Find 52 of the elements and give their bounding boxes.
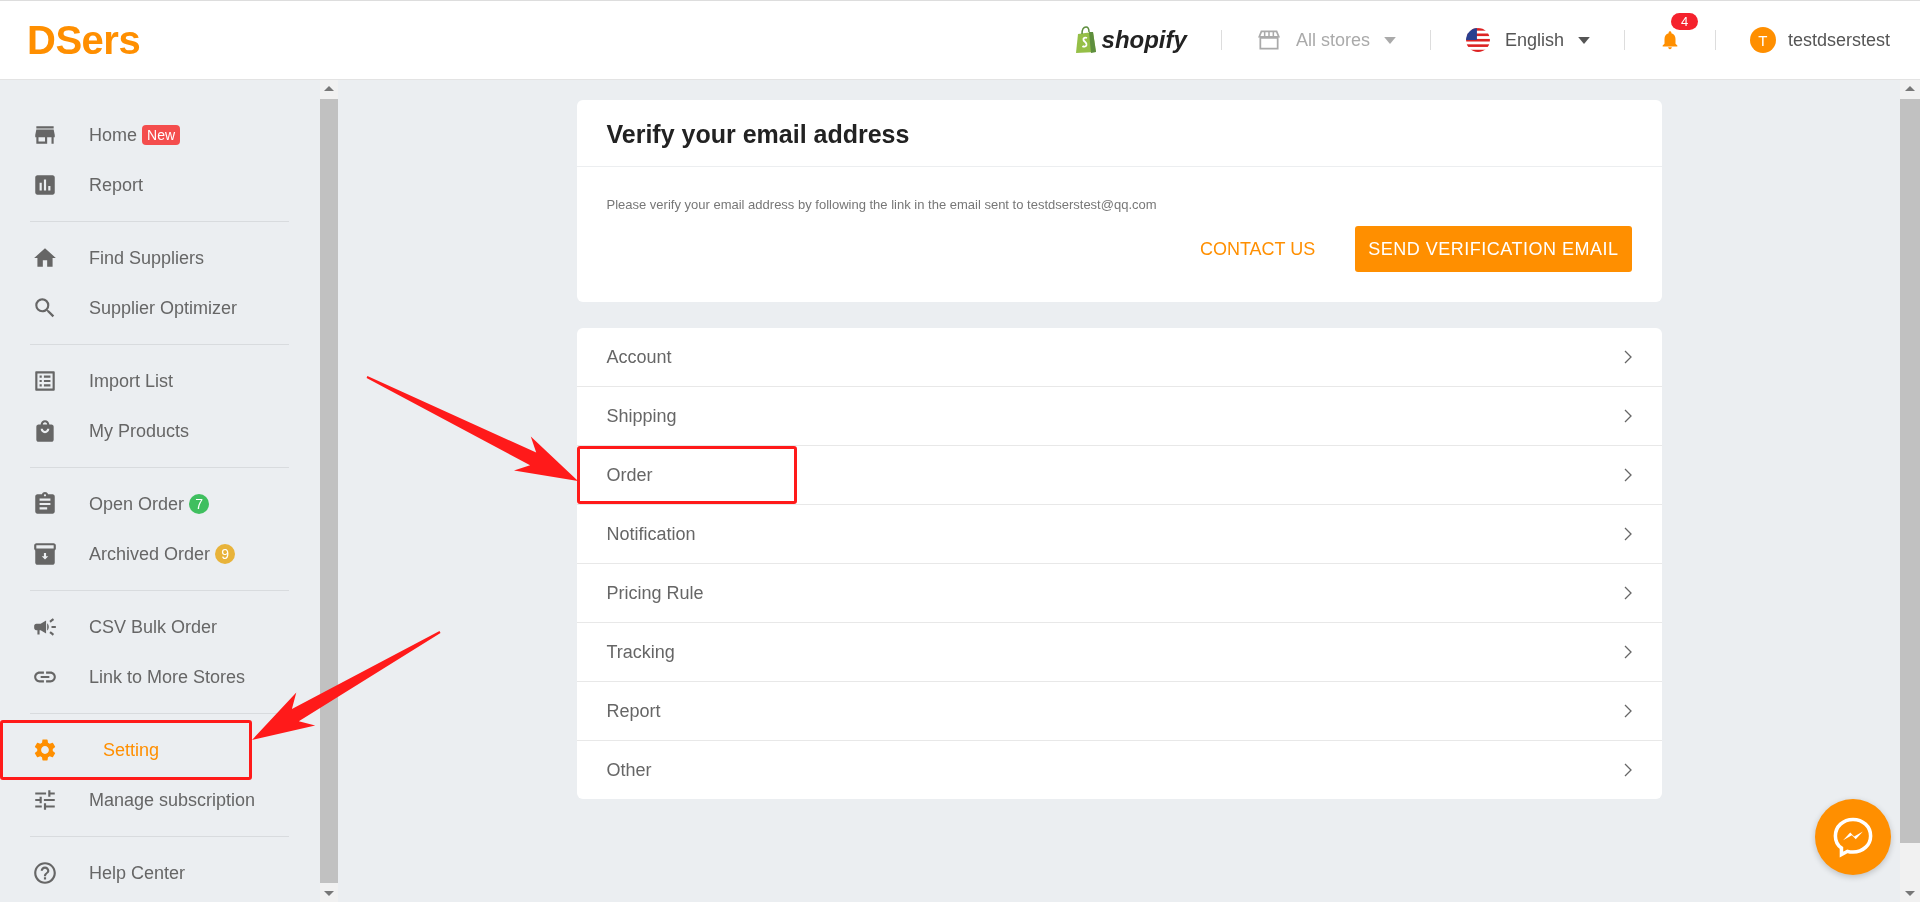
scrollbar[interactable] bbox=[320, 80, 338, 902]
chevron-icon bbox=[1623, 704, 1632, 718]
chat-button[interactable] bbox=[1815, 799, 1891, 875]
bar-chart-icon bbox=[32, 172, 58, 198]
sliders-icon bbox=[32, 787, 58, 813]
card-title: Verify your email address bbox=[576, 100, 1662, 167]
count-badge: 7 bbox=[189, 494, 210, 514]
verify-message: Please verify your email address by following the link in the email sent to testdserstest@qq.com bbox=[606, 197, 1158, 212]
sidebar-item[interactable]: My Products bbox=[0, 406, 320, 456]
sidebar-item[interactable]: CSV Bulk Order bbox=[0, 602, 320, 652]
settings-icon bbox=[32, 737, 58, 763]
language-selector[interactable]: English bbox=[1464, 27, 1590, 53]
chevron-icon bbox=[1623, 645, 1632, 659]
chevron-icon bbox=[1623, 468, 1632, 482]
platform-logo: shopify bbox=[1073, 26, 1187, 54]
avatar: T bbox=[1749, 27, 1776, 53]
chevron-icon bbox=[1623, 586, 1632, 600]
archive-icon bbox=[32, 541, 58, 567]
help-icon bbox=[32, 860, 58, 886]
settings-row[interactable]: Account bbox=[576, 328, 1662, 387]
settings-row[interactable]: Shipping bbox=[576, 387, 1662, 446]
settings-row[interactable]: Other bbox=[576, 741, 1662, 799]
chevron-icon bbox=[1623, 350, 1632, 364]
settings-row[interactable]: Pricing Rule bbox=[576, 564, 1662, 623]
caret-icon bbox=[1383, 36, 1396, 44]
count-badge: 9 bbox=[215, 544, 236, 564]
notification-count: 4 bbox=[1670, 13, 1699, 30]
chevron-icon bbox=[1623, 409, 1632, 423]
sidebar-item[interactable]: Supplier Optimizer bbox=[0, 283, 320, 333]
count-badge: New bbox=[142, 125, 181, 145]
scrollbar[interactable] bbox=[1900, 80, 1920, 902]
messenger-icon bbox=[1831, 815, 1875, 859]
chevron-icon bbox=[1623, 763, 1632, 777]
sidebar-item[interactable]: Import List bbox=[0, 356, 320, 406]
caret-icon bbox=[1577, 36, 1590, 44]
sidebar-item[interactable]: Home New bbox=[0, 110, 320, 160]
chevron-icon bbox=[1623, 527, 1632, 541]
sidebar-item[interactable]: Link to More Stores bbox=[0, 652, 320, 702]
sidebar-item[interactable]: Find Suppliers bbox=[0, 233, 320, 283]
user-menu[interactable]: T testdserstest bbox=[1749, 27, 1890, 53]
list-icon bbox=[32, 368, 58, 394]
sidebar-item[interactable]: Help Center bbox=[0, 848, 320, 898]
settings-row[interactable]: Order bbox=[576, 446, 1662, 505]
flag-icon bbox=[1464, 27, 1491, 53]
settings-row[interactable]: Notification bbox=[576, 505, 1662, 564]
sidebar-item[interactable]: Open Order 7 bbox=[0, 479, 320, 529]
store-icon bbox=[1255, 27, 1282, 53]
sidebar-item[interactable]: Archived Order 9 bbox=[0, 529, 320, 579]
settings-row[interactable]: Tracking bbox=[576, 623, 1662, 682]
clipboard-icon bbox=[32, 491, 58, 517]
sidebar-item[interactable]: Report bbox=[0, 160, 320, 210]
settings-row[interactable]: Report bbox=[576, 682, 1662, 741]
